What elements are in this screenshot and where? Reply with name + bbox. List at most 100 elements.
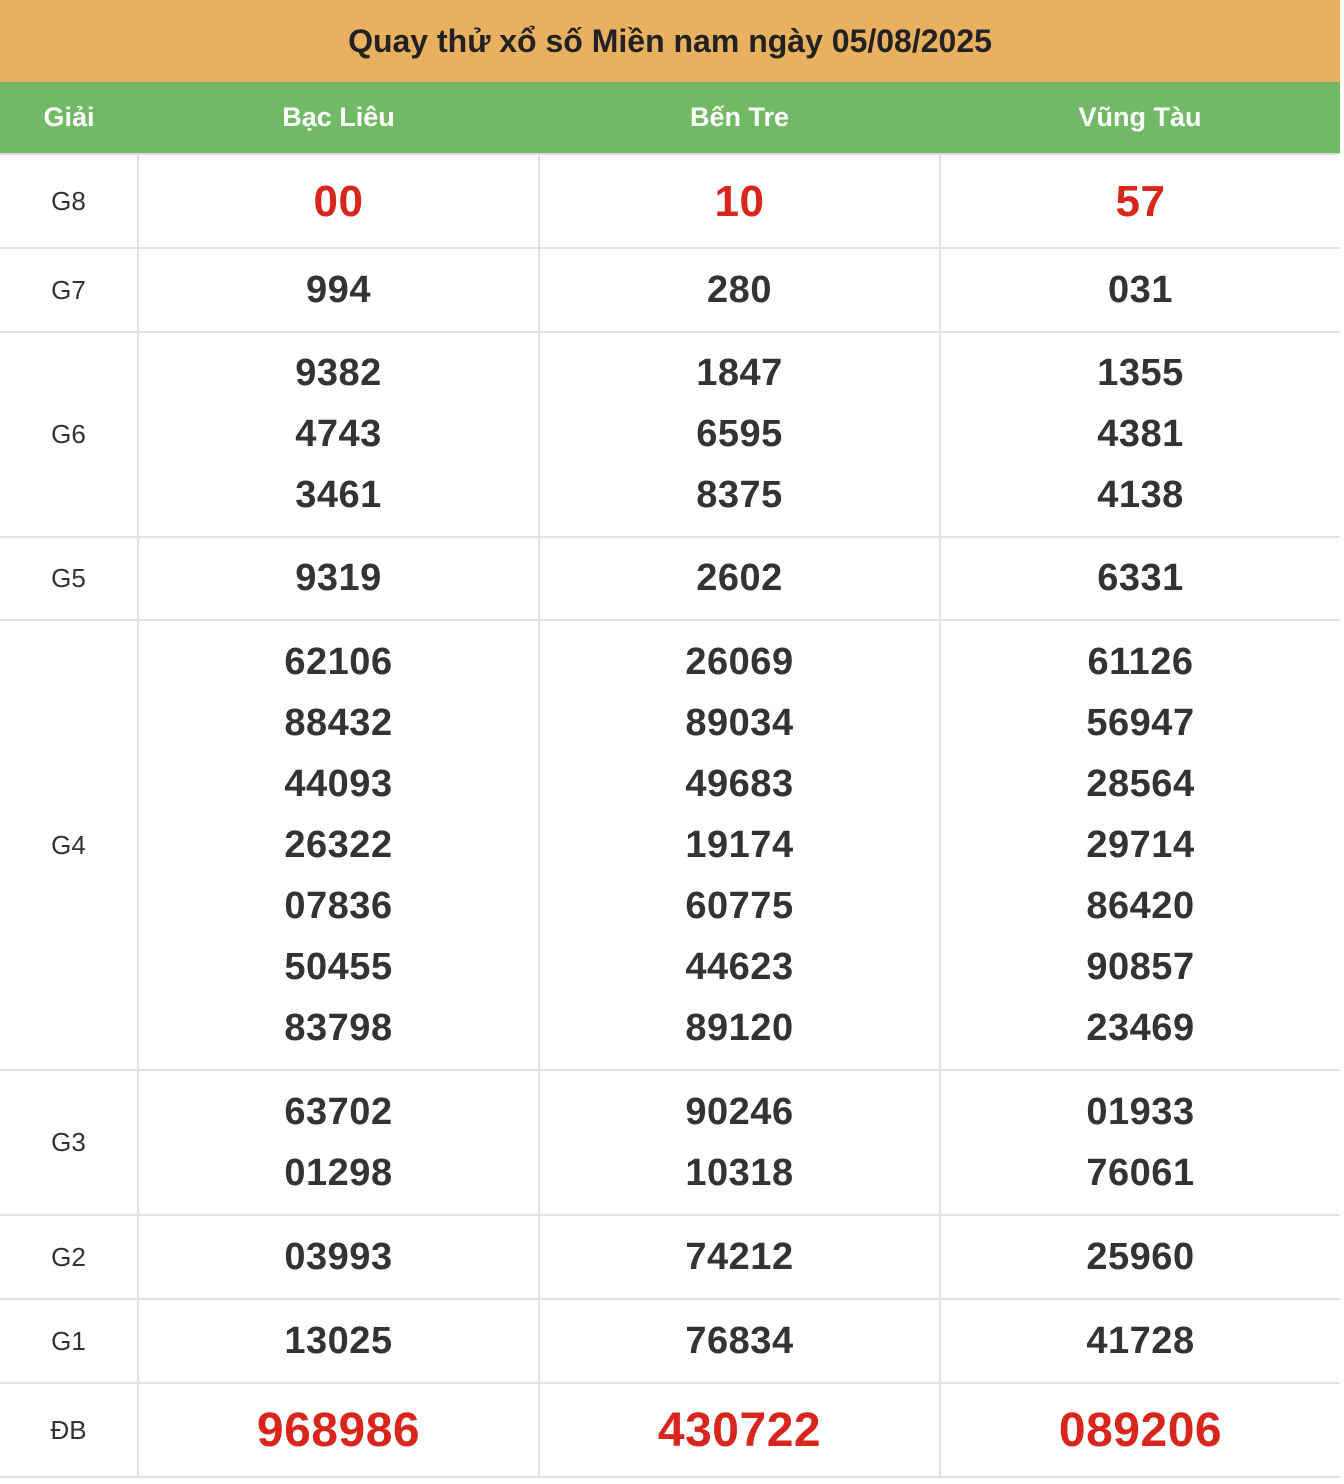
result-number: 10 — [714, 176, 765, 226]
result-number: 49683 — [685, 762, 794, 805]
result-number: 8375 — [696, 474, 783, 516]
prize-label: G7 — [0, 247, 139, 333]
result-number: 90857 — [1086, 945, 1195, 988]
result-number: 01933 — [1086, 1090, 1195, 1133]
table-row: G7 994 280 031 — [0, 247, 1340, 333]
result-number: 994 — [306, 268, 371, 311]
header-prize: Giải — [0, 82, 138, 155]
result-number: 86420 — [1086, 884, 1195, 927]
table-row: G4 62106 88432 44093 26322 07836 50455 83798 260… — [0, 619, 1340, 1071]
result-number: 63702 — [284, 1090, 393, 1133]
result-number: 03993 — [284, 1235, 393, 1278]
table-row: G2 03993 74212 25960 — [0, 1214, 1340, 1300]
result-number: 031 — [1108, 268, 1173, 311]
prize-label: G4 — [0, 619, 139, 1071]
result-cell-ben-tre: 10 — [538, 153, 941, 249]
result-number: 00 — [313, 176, 364, 226]
result-cell-bac-lieu: 968986 — [137, 1382, 540, 1478]
prize-label: G6 — [0, 331, 139, 538]
result-cell-ben-tre: 280 — [538, 247, 941, 333]
result-cell-vung-tau: 1355 4381 4138 — [939, 331, 1340, 538]
result-cell-bac-lieu: 00 — [137, 153, 540, 249]
result-number: 90246 — [685, 1090, 794, 1133]
prize-label: G2 — [0, 1214, 139, 1300]
result-cell-vung-tau: 61126 56947 28564 29714 86420 90857 23469 — [939, 619, 1340, 1071]
result-number: 13025 — [284, 1319, 393, 1362]
result-cell-ben-tre: 430722 — [538, 1382, 941, 1478]
table-header-row: Giải Bạc Liêu Bến Tre Vũng Tàu — [0, 82, 1340, 155]
result-cell-ben-tre: 2602 — [538, 536, 941, 621]
result-cell-bac-lieu: 994 — [137, 247, 540, 333]
result-number: 6595 — [696, 413, 783, 455]
result-number: 430722 — [657, 1403, 822, 1457]
result-number: 4743 — [295, 413, 382, 455]
result-number: 10318 — [685, 1151, 794, 1194]
result-cell-ben-tre: 26069 89034 49683 19174 60775 44623 89120 — [538, 619, 941, 1071]
prize-label: ĐB — [0, 1382, 139, 1478]
header-province-bac-lieu: Bạc Liêu — [138, 82, 539, 155]
result-number: 3461 — [295, 474, 382, 516]
result-cell-vung-tau: 41728 — [939, 1298, 1340, 1384]
table-row: G3 63702 01298 90246 10318 01933 76061 — [0, 1069, 1340, 1216]
result-number: 25960 — [1086, 1235, 1195, 1278]
result-number: 61126 — [1087, 640, 1194, 683]
result-number: 57 — [1115, 176, 1166, 226]
table-row: ĐB 968986 430722 089206 — [0, 1382, 1340, 1478]
prize-label: G5 — [0, 536, 139, 621]
result-cell-vung-tau: 01933 76061 — [939, 1069, 1340, 1216]
result-cell-bac-lieu: 9319 — [137, 536, 540, 621]
result-cell-ben-tre: 90246 10318 — [538, 1069, 941, 1216]
result-cell-ben-tre: 76834 — [538, 1298, 941, 1384]
result-number: 26069 — [685, 640, 794, 683]
result-number: 83798 — [284, 1006, 393, 1049]
result-number: 089206 — [1058, 1403, 1223, 1457]
result-number: 6331 — [1097, 557, 1184, 599]
page-title: Quay thử xổ số Miền nam ngày 05/08/2025 — [0, 0, 1340, 82]
result-cell-bac-lieu: 63702 01298 — [137, 1069, 540, 1216]
prize-label: G1 — [0, 1298, 139, 1384]
result-number: 88432 — [284, 701, 393, 744]
result-number: 4381 — [1097, 413, 1184, 455]
result-number: 26322 — [284, 823, 393, 866]
result-number: 44093 — [284, 762, 393, 805]
table-row: G1 13025 76834 41728 — [0, 1298, 1340, 1384]
result-cell-vung-tau: 57 — [939, 153, 1340, 249]
result-number: 89120 — [685, 1006, 794, 1049]
result-number: 74212 — [685, 1235, 794, 1278]
result-number: 9319 — [295, 557, 382, 599]
result-number: 19174 — [685, 823, 794, 866]
result-cell-bac-lieu: 13025 — [137, 1298, 540, 1384]
result-number: 41728 — [1086, 1319, 1195, 1362]
result-number: 76834 — [685, 1319, 794, 1362]
result-number: 01298 — [284, 1151, 393, 1194]
result-number: 2602 — [696, 557, 783, 599]
result-number: 56947 — [1086, 701, 1195, 744]
result-cell-vung-tau: 25960 — [939, 1214, 1340, 1300]
result-number: 23469 — [1086, 1006, 1195, 1049]
result-number: 1847 — [696, 352, 783, 394]
results-body: G8 00 10 57 G7 994 280 031 G6 9382 4743 3461 1847 659… — [0, 153, 1340, 1478]
result-number: 28564 — [1086, 762, 1195, 805]
header-province-vung-tau: Vũng Tàu — [940, 82, 1340, 155]
results-table: Giải Bạc Liêu Bến Tre Vũng Tàu G8 00 10 57 G… — [0, 82, 1340, 1478]
result-number: 280 — [707, 268, 772, 311]
result-number: 89034 — [685, 701, 794, 744]
result-number: 76061 — [1086, 1151, 1195, 1194]
lottery-results-panel: Quay thử xổ số Miền nam ngày 05/08/2025 … — [0, 0, 1340, 1478]
result-number: 9382 — [295, 352, 382, 394]
table-row: G8 00 10 57 — [0, 153, 1340, 249]
header-province-ben-tre: Bến Tre — [539, 82, 940, 155]
table-row: G5 9319 2602 6331 — [0, 536, 1340, 621]
result-number: 968986 — [256, 1403, 421, 1457]
result-number: 07836 — [284, 884, 393, 927]
result-cell-ben-tre: 1847 6595 8375 — [538, 331, 941, 538]
result-number: 60775 — [685, 884, 794, 927]
result-number: 29714 — [1086, 823, 1195, 866]
result-cell-bac-lieu: 03993 — [137, 1214, 540, 1300]
result-cell-bac-lieu: 62106 88432 44093 26322 07836 50455 83798 — [137, 619, 540, 1071]
prize-label: G8 — [0, 153, 139, 249]
table-row: G6 9382 4743 3461 1847 6595 8375 1355 4381 4138 — [0, 331, 1340, 538]
result-number: 4138 — [1097, 474, 1184, 516]
result-cell-vung-tau: 6331 — [939, 536, 1340, 621]
prize-label: G3 — [0, 1069, 139, 1216]
